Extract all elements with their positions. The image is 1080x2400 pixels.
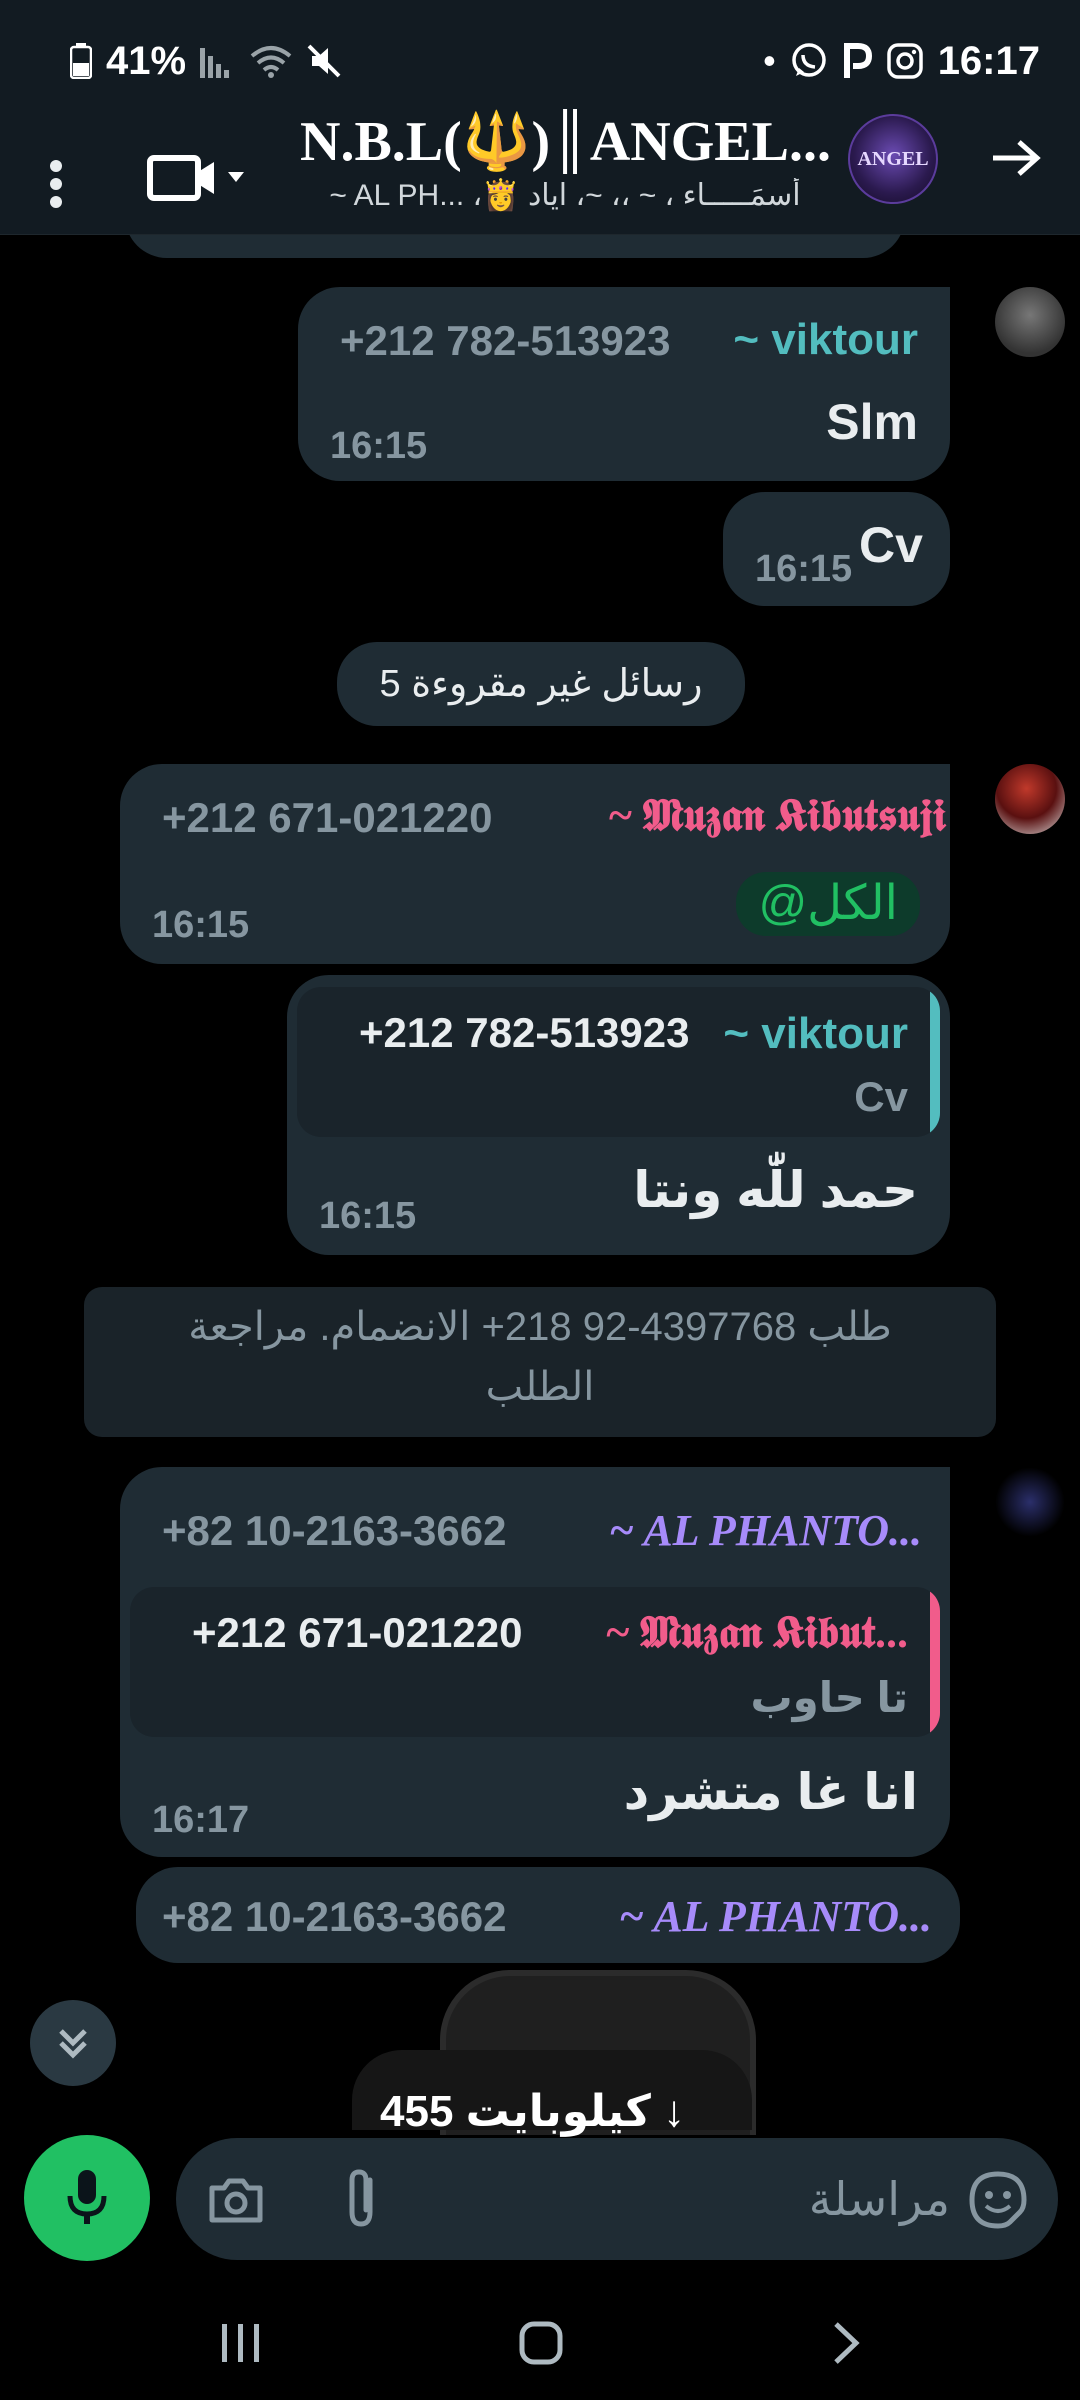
instagram-icon bbox=[886, 43, 923, 79]
message-time: 16:15 bbox=[755, 548, 853, 590]
avatar-muzan[interactable] bbox=[995, 764, 1065, 834]
double-chevron-down-icon bbox=[59, 2029, 87, 2059]
quoted-message[interactable]: +212 671-021220 ~ 𝕸𝖚𝖟𝖆𝖓 𝕶𝖎𝖇𝖚𝖙... تا حاوب bbox=[130, 1587, 940, 1737]
recent-apps-icon[interactable] bbox=[218, 2320, 264, 2366]
video-call-button[interactable] bbox=[140, 138, 260, 218]
battery-percent: 41% bbox=[106, 38, 187, 83]
message-bubble-1[interactable]: +212 782-513923 ~ viktour Slm 16:15 bbox=[298, 287, 950, 481]
system-nav-bar bbox=[0, 2290, 1080, 2400]
more-vertical-icon[interactable] bbox=[40, 138, 72, 218]
message-text: حمد للّٰه ونتا bbox=[633, 1162, 918, 1218]
avatar-viktour[interactable] bbox=[995, 287, 1065, 357]
quote-text: تا حاوب bbox=[750, 1674, 908, 1721]
dot-icon: • bbox=[763, 40, 776, 81]
message-time: 16:15 bbox=[319, 1195, 417, 1237]
quoted-message[interactable]: +212 782-513923 ~ viktour Cv bbox=[297, 987, 940, 1137]
chevron-down-icon bbox=[228, 172, 244, 182]
message-time: 16:17 bbox=[152, 1799, 250, 1841]
mic-button[interactable] bbox=[24, 2135, 150, 2261]
whatsapp-icon bbox=[791, 43, 826, 77]
sender-name[interactable]: ~ AL PHANTO... bbox=[619, 1891, 932, 1942]
sender-phone: +82 10-2163-3662 bbox=[162, 1893, 507, 1940]
wifi-icon bbox=[250, 46, 292, 78]
message-bubble-4[interactable]: +212 782-513923 ~ viktour Cv حمد للّٰه و… bbox=[287, 975, 950, 1255]
quote-phone: +212 671-021220 bbox=[192, 1609, 523, 1656]
join-request-line1: طلب 4397768-92 218+ الانضمام. مراجعة bbox=[188, 1305, 892, 1349]
status-right: • 16:17 bbox=[763, 36, 1040, 86]
message-bubble-5[interactable]: +82 10-2163-3662 ~ AL PHANTO... +212 671… bbox=[120, 1467, 950, 1857]
camera-icon[interactable] bbox=[206, 2170, 266, 2230]
mention-all[interactable]: @الكل bbox=[736, 872, 920, 936]
message-bubble-6[interactable]: +82 10-2163-3662 ~ AL PHANTO... bbox=[136, 1867, 960, 1963]
message-text: انا غا متشرد bbox=[623, 1764, 918, 1820]
join-request-notice[interactable]: طلب 4397768-92 218+ الانضمام. مراجعة الط… bbox=[84, 1287, 996, 1437]
message-text: Cv bbox=[859, 517, 923, 573]
video-call-icon bbox=[147, 155, 244, 201]
group-avatar-text: ANGEL bbox=[857, 147, 929, 170]
quote-phone: +212 782-513923 bbox=[359, 1009, 690, 1056]
mic-icon bbox=[67, 2170, 107, 2224]
p-icon bbox=[843, 43, 872, 78]
clock: 16:17 bbox=[937, 38, 1040, 83]
sender-name[interactable]: ~ viktour bbox=[733, 315, 918, 365]
sender-phone: +212 782-513923 bbox=[340, 317, 671, 364]
status-bar: 41% • 16:17 bbox=[0, 0, 1080, 120]
status-left: 41% bbox=[70, 36, 342, 86]
mute-icon bbox=[307, 44, 341, 78]
quote-sender: ~ viktour bbox=[723, 1009, 908, 1058]
avatar-al-phanto[interactable] bbox=[995, 1467, 1065, 1537]
sender-name[interactable]: ~ 𝕸𝖚𝖟𝖆𝖓 𝕶𝖎𝖇𝖚𝖙𝖘𝖚𝖏𝖎 bbox=[609, 790, 946, 841]
download-size[interactable]: 455 كيلوبايت ↓ bbox=[380, 2086, 685, 2137]
message-input-placeholder[interactable]: مراسلة bbox=[760, 2172, 950, 2226]
forward-arrow-icon[interactable] bbox=[985, 128, 1045, 188]
message-bubble-partial[interactable] bbox=[125, 235, 905, 258]
quote-text: Cv bbox=[854, 1073, 908, 1120]
sticker-icon[interactable] bbox=[968, 2170, 1028, 2230]
scroll-to-bottom-button[interactable] bbox=[30, 2000, 116, 2086]
message-text: Slm bbox=[826, 394, 918, 450]
group-subtitle[interactable]: ~ AL PH... ،👸 أسمَـــــاء ، ~ ،، ~، اياد bbox=[300, 178, 830, 213]
sender-phone: +212 671-021220 bbox=[162, 794, 493, 841]
group-title[interactable]: N.B.L(🔱)║ANGEL... bbox=[300, 108, 830, 174]
back-icon[interactable] bbox=[826, 2318, 866, 2368]
message-bubble-3[interactable]: +212 671-021220 ~ 𝕸𝖚𝖟𝖆𝖓 𝕶𝖎𝖇𝖚𝖙𝖘𝖚𝖏𝖎 @الكل … bbox=[120, 764, 950, 964]
attach-icon[interactable] bbox=[332, 2166, 392, 2230]
message-bubble-2[interactable]: 16:15 Cv bbox=[723, 492, 950, 606]
message-time: 16:15 bbox=[152, 904, 250, 946]
quote-sender: ~ 𝕸𝖚𝖟𝖆𝖓 𝕶𝖎𝖇𝖚𝖙... bbox=[606, 1608, 908, 1657]
chat-area[interactable]: +212 782-513923 ~ viktour Slm 16:15 16:1… bbox=[0, 235, 1080, 2120]
battery-icon bbox=[70, 43, 92, 79]
signal-icon bbox=[200, 48, 230, 78]
join-request-line2: الطلب bbox=[485, 1365, 595, 1409]
home-icon[interactable] bbox=[518, 2318, 564, 2368]
unread-messages-pill: 5 رسائل غير مقروءة bbox=[337, 642, 745, 726]
sender-name[interactable]: ~ AL PHANTO... bbox=[609, 1505, 922, 1556]
sender-phone: +82 10-2163-3662 bbox=[162, 1507, 507, 1554]
group-avatar[interactable]: ANGEL bbox=[848, 114, 938, 204]
message-time: 16:15 bbox=[330, 425, 428, 467]
